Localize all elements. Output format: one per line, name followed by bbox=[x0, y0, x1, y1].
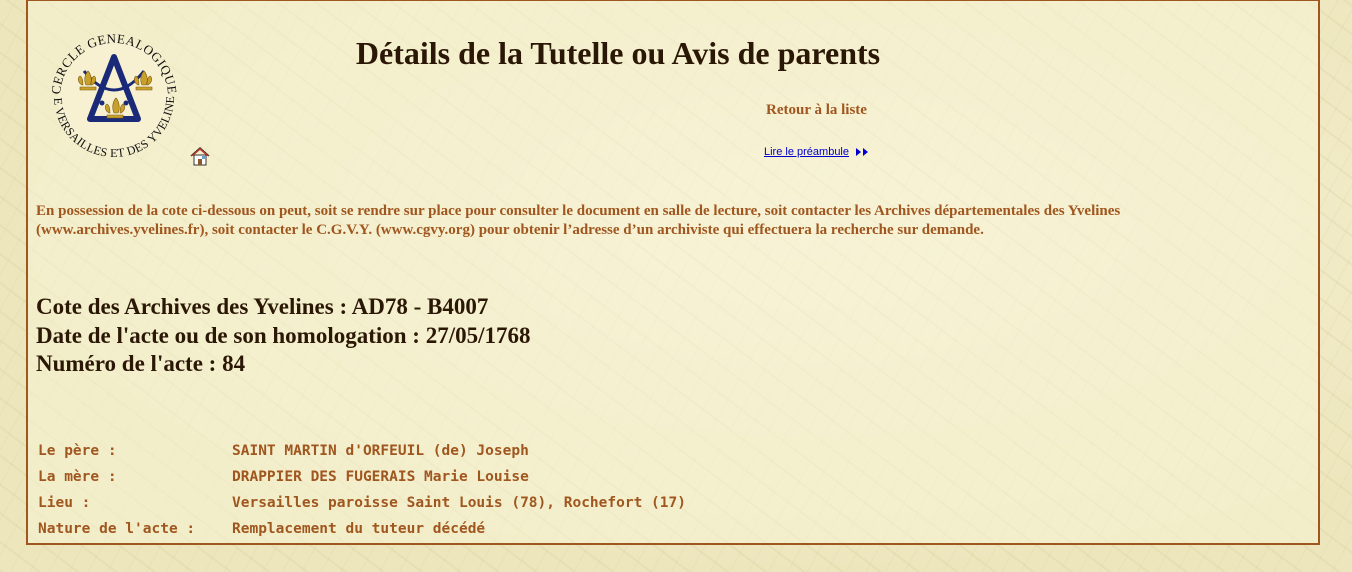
table-row: La mère : DRAPPIER DES FUGERAIS Marie Lo… bbox=[38, 464, 686, 490]
main-frame: CERCLE GENEALOGIQUE DE VERSAILLES ET DES… bbox=[26, 0, 1320, 545]
act-nature-value: Remplacement du tuteur décédé bbox=[232, 521, 486, 537]
table-row: Nature de l'acte : Remplacement du tuteu… bbox=[38, 516, 686, 542]
details-table: Le père : SAINT MARTIN d'ORFEUIL (de) Jo… bbox=[38, 438, 686, 542]
read-preamble-link[interactable]: Lire le préambule bbox=[764, 146, 849, 158]
archive-reference: Cote des Archives des Yvelines : AD78 - … bbox=[36, 294, 489, 319]
act-date: Date de l'acte ou de son homologation : … bbox=[36, 322, 531, 348]
table-row: Le père : SAINT MARTIN d'ORFEUIL (de) Jo… bbox=[38, 438, 686, 464]
act-number: Numéro de l'acte : 84 bbox=[36, 351, 246, 376]
act-nature-label: Nature de l'acte : bbox=[38, 521, 196, 537]
cgvy-logo: CERCLE GENEALOGIQUE DE VERSAILLES ET DES… bbox=[40, 23, 180, 160]
home-icon[interactable] bbox=[189, 145, 211, 167]
mother-label: La mère : bbox=[38, 469, 117, 485]
back-to-list-link[interactable]: Retour à la liste bbox=[766, 102, 867, 119]
double-arrow-right-icon[interactable] bbox=[854, 147, 872, 157]
intro-paragraph: En possession de la cote ci-dessous on p… bbox=[36, 203, 1121, 238]
place-label: Lieu : bbox=[38, 495, 91, 511]
place-value: Versailles paroisse Saint Louis (78), Ro… bbox=[232, 495, 686, 511]
father-value: SAINT MARTIN d'ORFEUIL (de) Joseph bbox=[232, 443, 529, 459]
page-title: Détails de la Tutelle ou Avis de parents bbox=[355, 35, 881, 71]
table-row: Lieu : Versailles paroisse Saint Louis (… bbox=[38, 490, 686, 516]
act-facts: Cote des Archives des Yvelines : AD78 - … bbox=[36, 293, 531, 379]
mother-value: DRAPPIER DES FUGERAIS Marie Louise bbox=[232, 469, 529, 485]
father-label: Le père : bbox=[38, 443, 117, 459]
